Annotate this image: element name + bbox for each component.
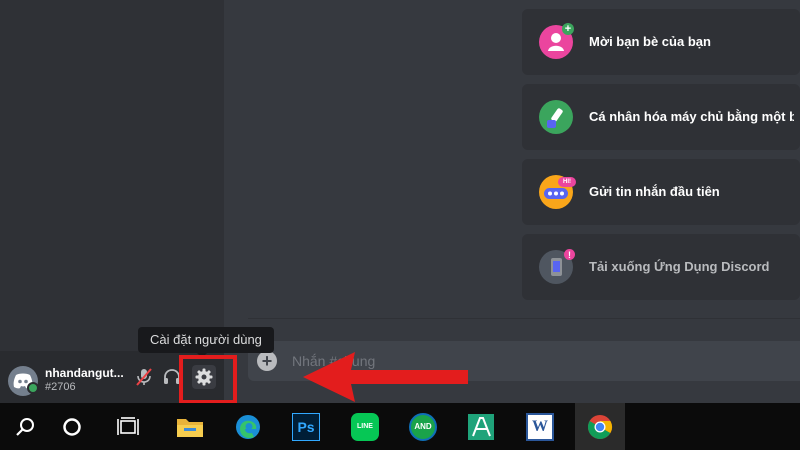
taskbar-search-button[interactable] (0, 403, 50, 450)
photoshop-icon: Ps (292, 412, 320, 441)
taskbar-line[interactable]: LINE (340, 403, 390, 450)
card-first-message[interactable]: HI! Gửi tin nhắn đầu tiên (522, 159, 800, 225)
taskbar-chrome[interactable] (575, 403, 625, 450)
online-status-dot (27, 382, 39, 394)
discord-window: + Mời bạn bè của bạn Cá nhân hóa máy chủ… (0, 0, 800, 403)
cortana-icon (63, 417, 81, 436)
taskbar-and[interactable]: AND (398, 403, 448, 450)
chrome-icon (587, 414, 613, 439)
muted-microphone-icon (136, 368, 152, 386)
card-customize-server-label: Cá nhân hóa máy chủ bằng một biểu tượng (589, 109, 794, 124)
customize-server-icon (539, 100, 573, 134)
hi-badge: HI! (558, 177, 576, 187)
card-download-app[interactable]: ! Tải xuống Ứng Dụng Discord (522, 234, 800, 300)
search-icon (16, 417, 34, 436)
and-icon: AND (409, 412, 437, 441)
taskbar-edge[interactable] (223, 403, 273, 450)
card-customize-server[interactable]: Cá nhân hóa máy chủ bằng một biểu tượng (522, 84, 800, 150)
word-icon: W (526, 412, 554, 441)
file-explorer-icon (177, 418, 203, 437)
exclamation-badge: ! (564, 249, 575, 260)
taskbar-task-view-button[interactable] (103, 403, 153, 450)
line-icon: LINE (351, 412, 379, 441)
card-invite-friends-label: Mời bạn bè của bạn (589, 34, 711, 49)
attach-plus-icon[interactable]: + (257, 351, 277, 371)
taskbar-word[interactable]: W (515, 403, 565, 450)
mathtype-icon (468, 413, 494, 440)
annotation-arrow-icon (303, 352, 468, 402)
edge-icon (236, 414, 260, 439)
taskbar-mathtype[interactable] (456, 403, 506, 450)
chat-divider (248, 318, 800, 319)
username: nhandangut... (45, 366, 124, 380)
taskbar-file-explorer[interactable] (165, 403, 215, 450)
annotation-highlight-box (179, 355, 237, 403)
card-invite-friends[interactable]: + Mời bạn bè của bạn (522, 9, 800, 75)
card-first-message-label: Gửi tin nhắn đầu tiên (589, 184, 720, 199)
user-settings-tooltip: Cài đặt người dùng (138, 327, 274, 353)
taskbar-photoshop[interactable]: Ps (281, 403, 331, 450)
card-download-app-label: Tải xuống Ứng Dụng Discord (589, 259, 770, 274)
plus-badge-icon: + (562, 23, 574, 35)
taskbar-cortana-button[interactable] (47, 403, 97, 450)
task-view-icon (117, 416, 139, 435)
user-discriminator: #2706 (45, 381, 76, 393)
mute-microphone-button[interactable] (133, 366, 155, 388)
